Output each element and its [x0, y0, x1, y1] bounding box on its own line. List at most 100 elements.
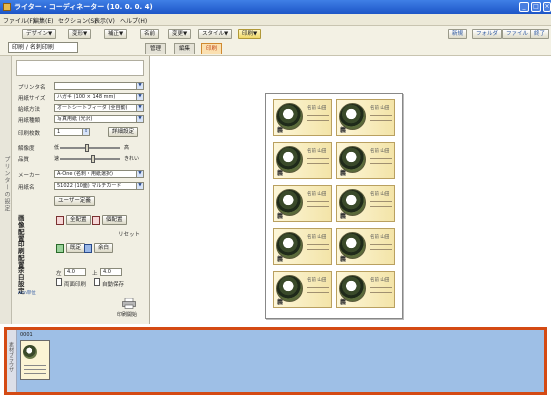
chevron-down-icon: ▼	[136, 116, 143, 122]
autosave-checkbox[interactable]	[94, 278, 100, 286]
resolution-low-label: 低	[54, 145, 60, 151]
toolbar-file-button[interactable]: ファイル	[502, 29, 533, 39]
toolbar-print-button[interactable]: 印刷▼	[238, 29, 262, 39]
duplex-label: 両面印刷	[64, 282, 87, 288]
card-line	[370, 201, 392, 202]
feed-method-select[interactable]: オートシートフィーダ (全自動) ▼	[54, 104, 144, 112]
card-line	[307, 163, 329, 164]
tab-print[interactable]: 印刷	[201, 43, 223, 54]
thumbnail-line	[24, 365, 46, 366]
margin-unit-label: mm単位	[18, 291, 36, 296]
business-card[interactable]: 名前 山田義	[273, 142, 332, 179]
menu-bar: ファイル(F) 編集(E) セクション(S) 表示(V) ヘルプ(H)	[0, 14, 551, 26]
close-button[interactable]: ×	[543, 2, 551, 12]
margin-top-label: 上	[92, 271, 98, 277]
paper-type-value: 写真用紙 (光沢)	[57, 116, 93, 122]
side-tab-printer-settings[interactable]: プリンターの設定	[0, 56, 12, 324]
card-kanji: 義	[277, 299, 284, 306]
place-single-button[interactable]: 個配置	[102, 215, 127, 225]
business-card[interactable]: 名前 山田義	[273, 271, 332, 308]
card-name: 名前 山田	[307, 149, 327, 154]
panel-header	[16, 60, 144, 76]
card-kanji: 義	[277, 170, 284, 177]
toolbar-new-button[interactable]: 新規	[448, 29, 468, 39]
printer-name-label: プリンタ名	[18, 85, 46, 91]
paper-size-select[interactable]: ハガキ (100 × 148 mm) ▼	[54, 93, 144, 101]
card-line	[370, 249, 392, 250]
quality-fast-label: 速	[54, 156, 60, 162]
thumbnail-line	[24, 369, 46, 370]
material-browser-panel: 素材ブラウザ 0001	[4, 327, 547, 395]
copies-value: 1	[57, 129, 61, 135]
tab-edit[interactable]: 編集	[174, 43, 196, 54]
layout-margin-button[interactable]: 余白	[94, 243, 114, 253]
mode-tab-print[interactable]: 印刷 / 名刺印刷	[8, 42, 78, 53]
tab-manage[interactable]: 管理	[145, 43, 167, 54]
business-card[interactable]: 名前 山田義	[336, 228, 395, 265]
layout-margin-icon	[84, 244, 92, 253]
card-line	[307, 201, 329, 202]
card-kanji: 義	[340, 127, 347, 134]
app-icon	[3, 3, 11, 11]
business-card[interactable]: 名前 山田義	[336, 271, 395, 308]
menu-file[interactable]: ファイル(F)	[3, 16, 35, 25]
reset-link[interactable]: リセット	[118, 230, 140, 238]
business-card[interactable]: 名前 山田義	[336, 185, 395, 222]
margin-left-input[interactable]: 4.0	[64, 268, 86, 276]
menu-edit[interactable]: 編集(E)	[33, 16, 53, 25]
quality-slider[interactable]	[60, 155, 120, 163]
business-card[interactable]: 名前 山田義	[273, 185, 332, 222]
maker-select[interactable]: A-One (名刺・用紙選択) ▼	[54, 170, 144, 178]
menu-help[interactable]: ヘルプ(H)	[120, 16, 147, 25]
image-layout-label: 画像配置	[18, 214, 25, 243]
paper-preview: 名前 山田義 名前 山田義 名前 山田義 名前 山田義 名前 山田義 名前 山田…	[265, 93, 403, 319]
design-thumbnail[interactable]	[20, 340, 50, 380]
toolbar-design-button[interactable]: デザイン▼	[22, 29, 57, 39]
toolbar-name-button[interactable]: 名前	[140, 29, 160, 39]
material-browser-tab-label: 素材ブラウザ	[8, 342, 14, 372]
printer-icon	[122, 298, 136, 309]
business-card[interactable]: 名前 山田義	[336, 142, 395, 179]
card-kanji: 義	[340, 256, 347, 263]
paper-type-select[interactable]: 写真用紙 (光沢) ▼	[54, 115, 144, 123]
detail-settings-button[interactable]: 詳細設定	[108, 127, 139, 137]
menu-view[interactable]: 表示(V)	[94, 16, 115, 25]
start-print-button[interactable]: 印刷開始	[116, 298, 142, 320]
card-line	[370, 292, 392, 293]
quality-slider-knob[interactable]	[90, 155, 95, 163]
minimize-button[interactable]: _	[519, 2, 529, 12]
card-name: 名前 山田	[307, 235, 327, 240]
resolution-slider-knob[interactable]	[85, 144, 90, 152]
card-kanji: 義	[340, 170, 347, 177]
toolbar-transform-button[interactable]: 変形▼	[68, 29, 92, 39]
menu-section[interactable]: セクション(S)	[58, 16, 97, 25]
printer-name-select[interactable]: ▼	[54, 82, 144, 90]
duplex-checkbox[interactable]	[56, 278, 62, 286]
business-card[interactable]: 名前 山田義	[273, 228, 332, 265]
maker-value: A-One (名刺・用紙選択)	[57, 171, 113, 177]
user-define-button[interactable]: ユーザー定義	[54, 196, 95, 206]
layout-default-button[interactable]: 既定	[66, 243, 86, 253]
toolbar-exit-button[interactable]: 終了	[530, 29, 550, 39]
toolbar-correct-button[interactable]: 補正▼	[104, 29, 128, 39]
chevron-down-icon: ▼	[136, 83, 143, 89]
business-card[interactable]: 名前 山田義	[273, 99, 332, 136]
toolbar-change-button[interactable]: 変更▼	[168, 29, 192, 39]
maximize-button[interactable]: □	[531, 2, 541, 12]
print-settings-panel: プリンタ名 ▼ 用紙サイズ ハガキ (100 × 148 mm) ▼ 給紙方法 オ…	[12, 56, 150, 324]
margin-top-input[interactable]: 4.0	[100, 268, 122, 276]
window-title: ライター・コーディネーター (10. 0. 0. 4)	[14, 3, 153, 11]
material-browser-tab[interactable]: 素材ブラウザ	[7, 330, 17, 392]
toolbar-folder-button[interactable]: フォルダ	[472, 29, 503, 39]
place-all-button[interactable]: 全配置	[66, 215, 91, 225]
paper-type-label: 用紙種類	[18, 118, 41, 124]
layout-single-icon	[92, 216, 100, 225]
copies-label: 印刷枚数	[18, 131, 41, 137]
resolution-slider[interactable]	[60, 144, 120, 152]
toolbar-style-button[interactable]: スタイル▼	[198, 29, 233, 39]
business-card[interactable]: 名前 山田義	[336, 99, 395, 136]
paper-name-select[interactable]: 51022 (10面) マルチカード ▼	[54, 182, 144, 190]
copies-stepper[interactable]: 1 ⇕	[54, 128, 90, 136]
paper-size-value: ハガキ (100 × 148 mm)	[57, 94, 116, 100]
toolbar: デザイン▼ 変形▼ 補正▼ 名前 変更▼ スタイル▼ 印刷▼ 新規 フォルダ フ…	[0, 26, 551, 56]
